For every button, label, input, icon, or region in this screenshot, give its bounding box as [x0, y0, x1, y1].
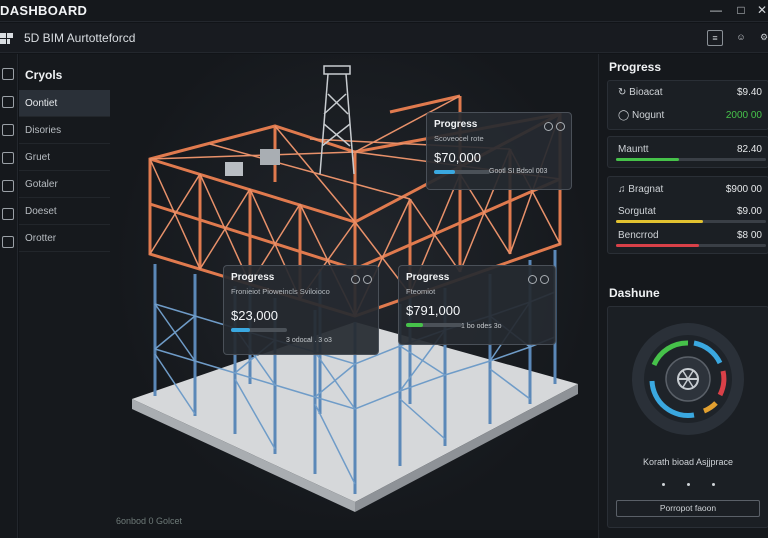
right-panel: Progress ↻ Bioacat $9.40 ◯ Nogunt 2000 0…: [598, 54, 768, 538]
cloud-icon[interactable]: [2, 208, 14, 220]
gauge-chart: [632, 323, 744, 435]
card-progress-bar: [231, 328, 287, 332]
progress-card-3[interactable]: Progress Fteomiot $791,000 1 bo odes 3o: [398, 265, 556, 345]
more-icon[interactable]: [556, 122, 565, 131]
more-icon[interactable]: [540, 275, 549, 284]
card-progress-fill: [434, 170, 456, 174]
window-title: DASHBOARD: [0, 3, 88, 18]
app-header: 5D BIM Aurtotteforcd ≡ ☺ ⚙: [0, 23, 768, 53]
chat-icon: ◯: [618, 110, 632, 121]
progress-row[interactable]: Mauntt 82.40: [608, 140, 768, 162]
user-icon[interactable]: ☺: [733, 30, 749, 46]
progress-row[interactable]: ◯ Nogunt 2000 00: [608, 106, 768, 128]
sidebar: Cryols Oontiet Disories Gruet Gotaler Do…: [19, 54, 110, 538]
progress-row-label: Sorgutat: [618, 206, 656, 217]
progress-row-label: ◯ Nogunt: [618, 110, 665, 121]
sidebar-item-0[interactable]: Oontiet: [19, 90, 110, 117]
dashboard-card: Korath bioad Asjjprace Porropot faoon: [607, 306, 768, 528]
progress-group-3: ♫ Bragnat $900 00 Sorgutat $9.00 Bencrro…: [607, 176, 768, 254]
progress-group-1: ↻ Bioacat $9.40 ◯ Nogunt 2000 00: [607, 80, 768, 130]
menu-icon[interactable]: [2, 68, 14, 80]
progress-row[interactable]: ↻ Bioacat $9.40: [608, 83, 768, 105]
document-icon[interactable]: ≡: [707, 30, 723, 46]
bim-logo-icon: [0, 33, 13, 44]
progress-row-bar: [616, 220, 766, 223]
progress-row-label: Bencrrod: [618, 230, 659, 241]
card-actions: [541, 118, 565, 136]
progress-row-label: ↻ Bioacat: [618, 87, 663, 98]
sidebar-item-4[interactable]: Doeset: [19, 198, 110, 225]
music-icon: ♫: [618, 184, 629, 195]
pagination-dots[interactable]: [608, 473, 768, 491]
progress-row-label: Mauntt: [618, 144, 649, 155]
refresh-icon: ↻: [618, 87, 630, 98]
refresh-icon[interactable]: [544, 122, 553, 131]
gear-icon[interactable]: [2, 124, 14, 136]
sidebar-heading: Cryols: [25, 68, 63, 82]
viewport-status: 6onbod 0 Golcet: [116, 516, 183, 526]
progress-row-bar: [616, 244, 766, 247]
card-progress-fill: [406, 323, 423, 327]
refresh-icon[interactable]: [528, 275, 537, 284]
progress-row[interactable]: ♫ Bragnat $900 00: [608, 180, 768, 202]
layers-icon[interactable]: [2, 96, 14, 108]
progress-row-fill: [616, 244, 699, 247]
expand-icon[interactable]: [2, 180, 14, 192]
sidebar-item-3[interactable]: Gotaler: [19, 171, 110, 198]
app-title: 5D BIM Aurtotteforcd: [24, 31, 136, 45]
sidebar-item-5[interactable]: Orotter: [19, 225, 110, 252]
progress-row-bar: [616, 158, 766, 161]
progress-row-value: 2000 00: [725, 110, 762, 121]
card-actions: [525, 271, 549, 289]
sidebar-item-1[interactable]: Disories: [19, 117, 110, 144]
card-value: $70,000: [434, 150, 481, 165]
close-icon[interactable]: ✕: [754, 2, 768, 18]
progress-row-value: $9.40: [736, 87, 762, 98]
monitor-icon[interactable]: [2, 152, 14, 164]
card-progress-bar: [406, 323, 462, 327]
more-icon[interactable]: [363, 275, 372, 284]
sidebar-item-2[interactable]: Gruet: [19, 144, 110, 171]
progress-row-fill: [616, 220, 703, 223]
gauge-label: Korath bioad Asjjprace: [642, 457, 734, 467]
card-bar-caption: 3 odocal . 3 o3: [286, 337, 332, 344]
progress-row-value: 82.40: [736, 144, 762, 155]
card-actions: [348, 271, 372, 289]
progress-row-value: $9.00: [736, 206, 762, 217]
card-progress-fill: [231, 328, 251, 332]
progress-group-2: Mauntt 82.40: [607, 136, 768, 168]
progress-panel-heading: Progress: [609, 60, 662, 74]
bim-3d-viewport[interactable]: Progress Scoveocel rote $70,000 Gootl SI…: [110, 54, 598, 530]
progress-row[interactable]: Bencrrod $8 00: [608, 226, 768, 248]
progress-row-value: $8 00: [736, 230, 762, 241]
box-icon[interactable]: [2, 236, 14, 248]
progress-row-fill: [616, 158, 679, 161]
progress-card-2[interactable]: Progress Fronieiot Pioweincls Sviloioco …: [223, 265, 379, 355]
window-titlebar: DASHBOARD — □ ✕: [0, 0, 768, 22]
maximize-icon[interactable]: □: [733, 2, 749, 18]
progress-row-value: $900 00: [725, 184, 762, 195]
minimize-icon[interactable]: —: [708, 2, 724, 18]
card-progress-bar: [434, 170, 490, 174]
card-bar-caption: Gootl SI Bdsol 003: [489, 168, 548, 175]
refresh-icon[interactable]: [351, 275, 360, 284]
progress-row-label: ♫ Bragnat: [618, 184, 664, 195]
progress-card-1[interactable]: Progress Scoveocel rote $70,000 Gootl SI…: [426, 112, 572, 190]
dashboard-heading: Dashune: [609, 286, 660, 300]
progress-row[interactable]: Sorgutat $9.00: [608, 202, 768, 224]
icon-rail: [0, 54, 18, 538]
card-value: $791,000: [406, 303, 461, 318]
report-button[interactable]: Porropot faoon: [616, 500, 760, 517]
card-value: $23,000: [231, 308, 278, 323]
card-bar-caption: 1 bo odes 3o: [461, 323, 502, 330]
settings-icon[interactable]: ⚙: [756, 30, 768, 46]
